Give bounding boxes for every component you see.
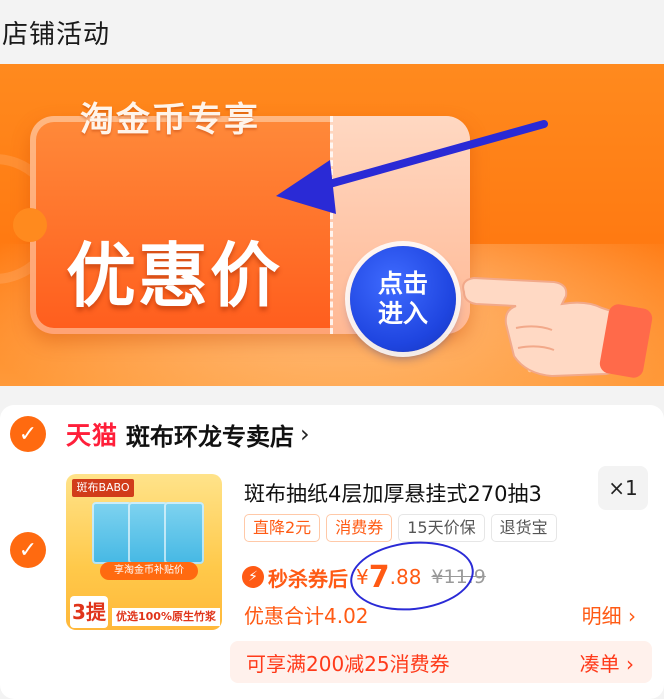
- page-header: 店铺活动: [0, 0, 664, 64]
- enter-button[interactable]: 点击 进入: [350, 246, 456, 352]
- lightning-icon: ⚡: [242, 566, 264, 588]
- tissue-pack-image: [128, 502, 168, 564]
- tissue-pack-image: [164, 502, 204, 564]
- tag-price-protection: 15天价保: [398, 514, 485, 542]
- tag-coupon: 消费券: [326, 514, 393, 542]
- enter-button-line2: 进入: [377, 299, 428, 328]
- thumbnail-footer: 优选100%原生竹浆: [112, 608, 220, 626]
- enter-button-line1: 点击: [377, 269, 428, 298]
- chevron-right-icon: ›: [300, 420, 310, 448]
- thumbnail-banner: 享淘金币补贴价: [100, 562, 198, 580]
- tissue-pack-image: [92, 502, 132, 564]
- banner-title: 优惠价: [66, 235, 282, 317]
- details-link[interactable]: 明细 ›: [582, 600, 636, 629]
- product-tags: 直降2元 消费券 15天价保 退货宝: [244, 514, 557, 542]
- coupon-notch: [13, 208, 47, 242]
- shop-row[interactable]: 天猫 斑布环龙专卖店 ›: [66, 416, 310, 452]
- banner-subtitle: 淘金币专享: [80, 100, 260, 140]
- tag-price-drop: 直降2元: [244, 514, 321, 542]
- add-items-link[interactable]: 凑单 ›: [580, 648, 634, 677]
- tag-return-insurance: 退货宝: [490, 514, 557, 542]
- pointing-hand-icon: [456, 244, 656, 384]
- promo-text: 可享满200减25消费券: [246, 652, 450, 676]
- discount-total: 优惠合计4.02: [244, 604, 369, 628]
- thumbnail-brand: 斑布BABO: [72, 479, 134, 497]
- quantity-badge[interactable]: ×1: [598, 466, 648, 510]
- thumbnail-count: 3提: [70, 596, 108, 628]
- product-title[interactable]: 斑布抽纸4层加厚悬挂式270抽3: [244, 478, 584, 508]
- shop-check-icon[interactable]: ✓: [10, 416, 46, 452]
- shop-name[interactable]: 斑布环龙专卖店: [126, 417, 294, 452]
- deal-label: 秒杀券后: [268, 566, 348, 591]
- product-check-icon[interactable]: ✓: [10, 532, 46, 568]
- discount-row: 优惠合计4.02 明细 ›: [244, 600, 636, 628]
- tmall-logo: 天猫: [66, 421, 119, 450]
- promo-bar[interactable]: 可享满200减25消费券 凑单 ›: [230, 641, 652, 683]
- page-title: 店铺活动: [2, 20, 111, 50]
- product-thumbnail[interactable]: 斑布BABO 享淘金币补贴价 3提 优选100%原生竹浆: [66, 474, 222, 630]
